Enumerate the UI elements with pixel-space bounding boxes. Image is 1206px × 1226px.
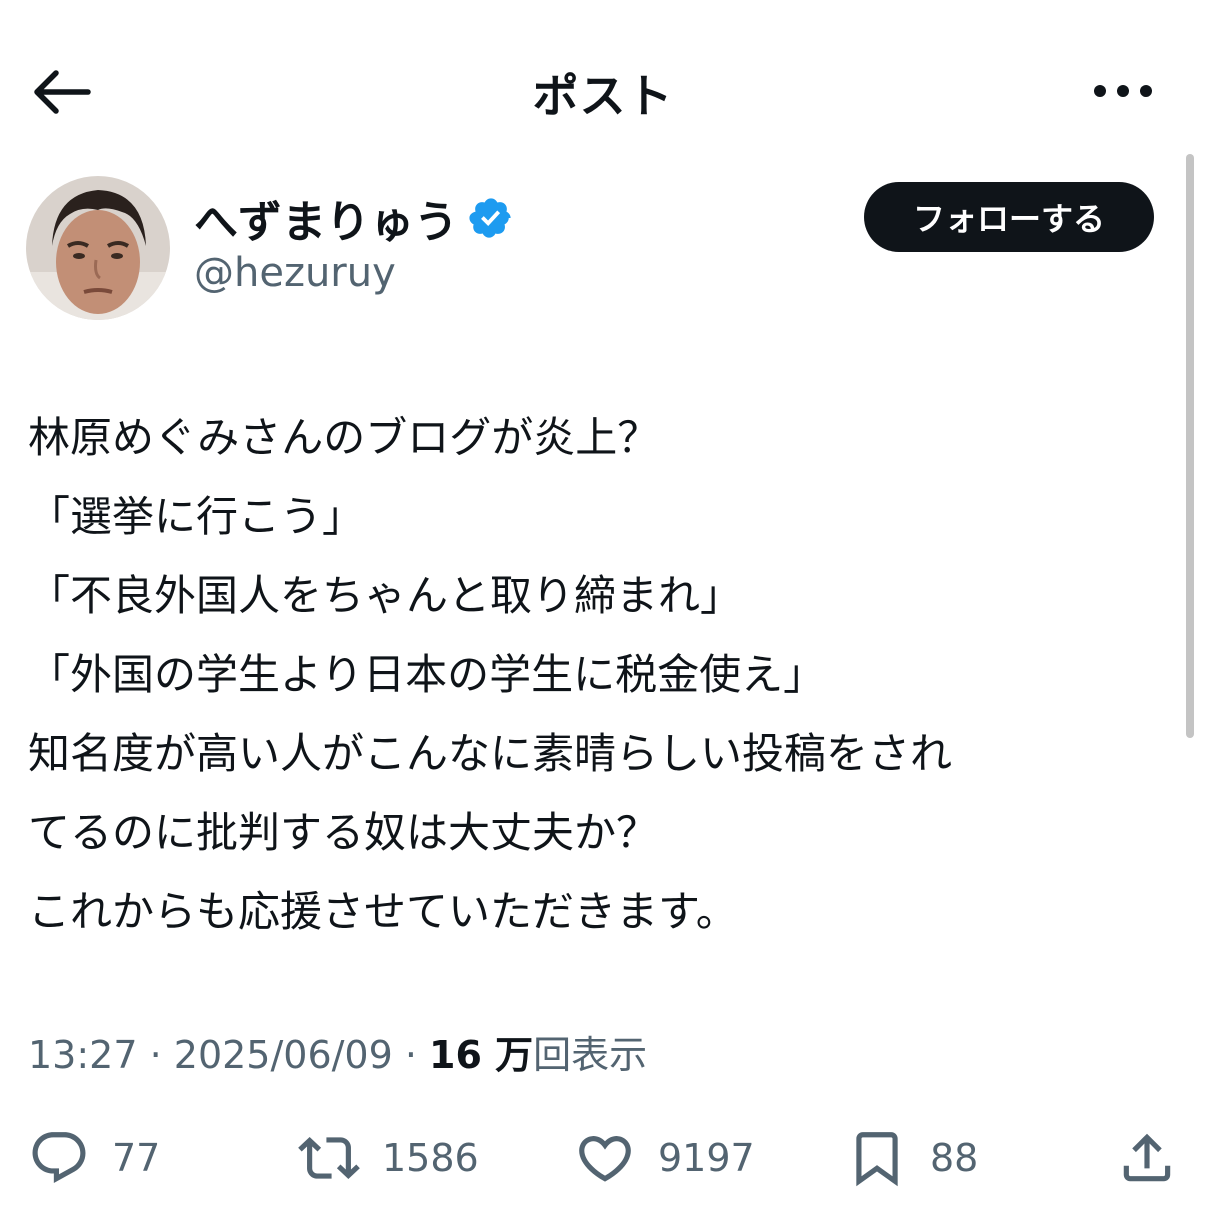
action-bar: 77 1586 9197 88 xyxy=(0,1118,1206,1198)
bookmark-button[interactable]: 88 xyxy=(846,1118,978,1198)
post-line: てるのに批判する奴は大丈夫か？ xyxy=(28,808,659,857)
post-line: 「不良外国人をちゃんと取り締まれ」 xyxy=(28,571,743,620)
views-count[interactable]: 16 万 xyxy=(429,1033,533,1077)
display-name-row[interactable]: へずまりゅう xyxy=(194,186,514,250)
post-time[interactable]: 13:27 xyxy=(28,1033,138,1077)
share-icon xyxy=(1123,1133,1171,1182)
meta-separator: · xyxy=(392,1033,430,1077)
post-line: 「選挙に行こう」 xyxy=(28,492,365,541)
like-button[interactable]: 9197 xyxy=(574,1118,755,1198)
more-horizontal-icon[interactable] xyxy=(1090,76,1156,106)
reply-button[interactable]: 77 xyxy=(28,1118,160,1198)
heart-icon xyxy=(579,1136,631,1182)
reply-icon xyxy=(32,1132,86,1184)
reply-count: 77 xyxy=(112,1136,161,1180)
verified-badge-icon xyxy=(469,198,511,238)
scrollbar[interactable] xyxy=(1186,154,1194,738)
meta-separator: · xyxy=(137,1033,174,1077)
post-line: 「外国の学生より日本の学生に税金使え」 xyxy=(28,650,826,699)
repost-count: 1586 xyxy=(382,1136,479,1180)
page-title: ポスト xyxy=(532,69,674,123)
top-bar: ポスト xyxy=(0,0,1206,180)
bookmark-icon xyxy=(856,1132,898,1187)
avatar[interactable] xyxy=(26,176,170,320)
views-label: 回表示 xyxy=(533,1033,648,1077)
follow-button[interactable]: フォローする xyxy=(864,182,1154,252)
post-text: 林原めぐみさんのブログが炎上？ 「選挙に行こう」 「不良外国人をちゃんと取り締ま… xyxy=(28,398,1178,951)
avatar-image xyxy=(26,176,170,320)
post-line: 林原めぐみさんのブログが炎上？ xyxy=(28,413,660,462)
post-meta: 13:27 · 2025/06/09 · 16 万回表示 xyxy=(28,1024,647,1079)
post-date[interactable]: 2025/06/09 xyxy=(174,1033,393,1077)
post-line: 知名度が高い人がこんなに素晴らしい投稿をされ xyxy=(28,729,953,778)
share-button[interactable] xyxy=(1116,1118,1178,1198)
like-count: 9197 xyxy=(658,1136,755,1180)
display-name: へずまりゅう xyxy=(194,197,458,248)
post-line: これからも応援させていただきます。 xyxy=(28,887,738,936)
user-handle[interactable]: @hezuruy xyxy=(194,250,396,296)
bookmark-count: 88 xyxy=(930,1136,979,1180)
repost-icon xyxy=(298,1137,360,1179)
repost-button[interactable]: 1586 xyxy=(298,1118,479,1198)
